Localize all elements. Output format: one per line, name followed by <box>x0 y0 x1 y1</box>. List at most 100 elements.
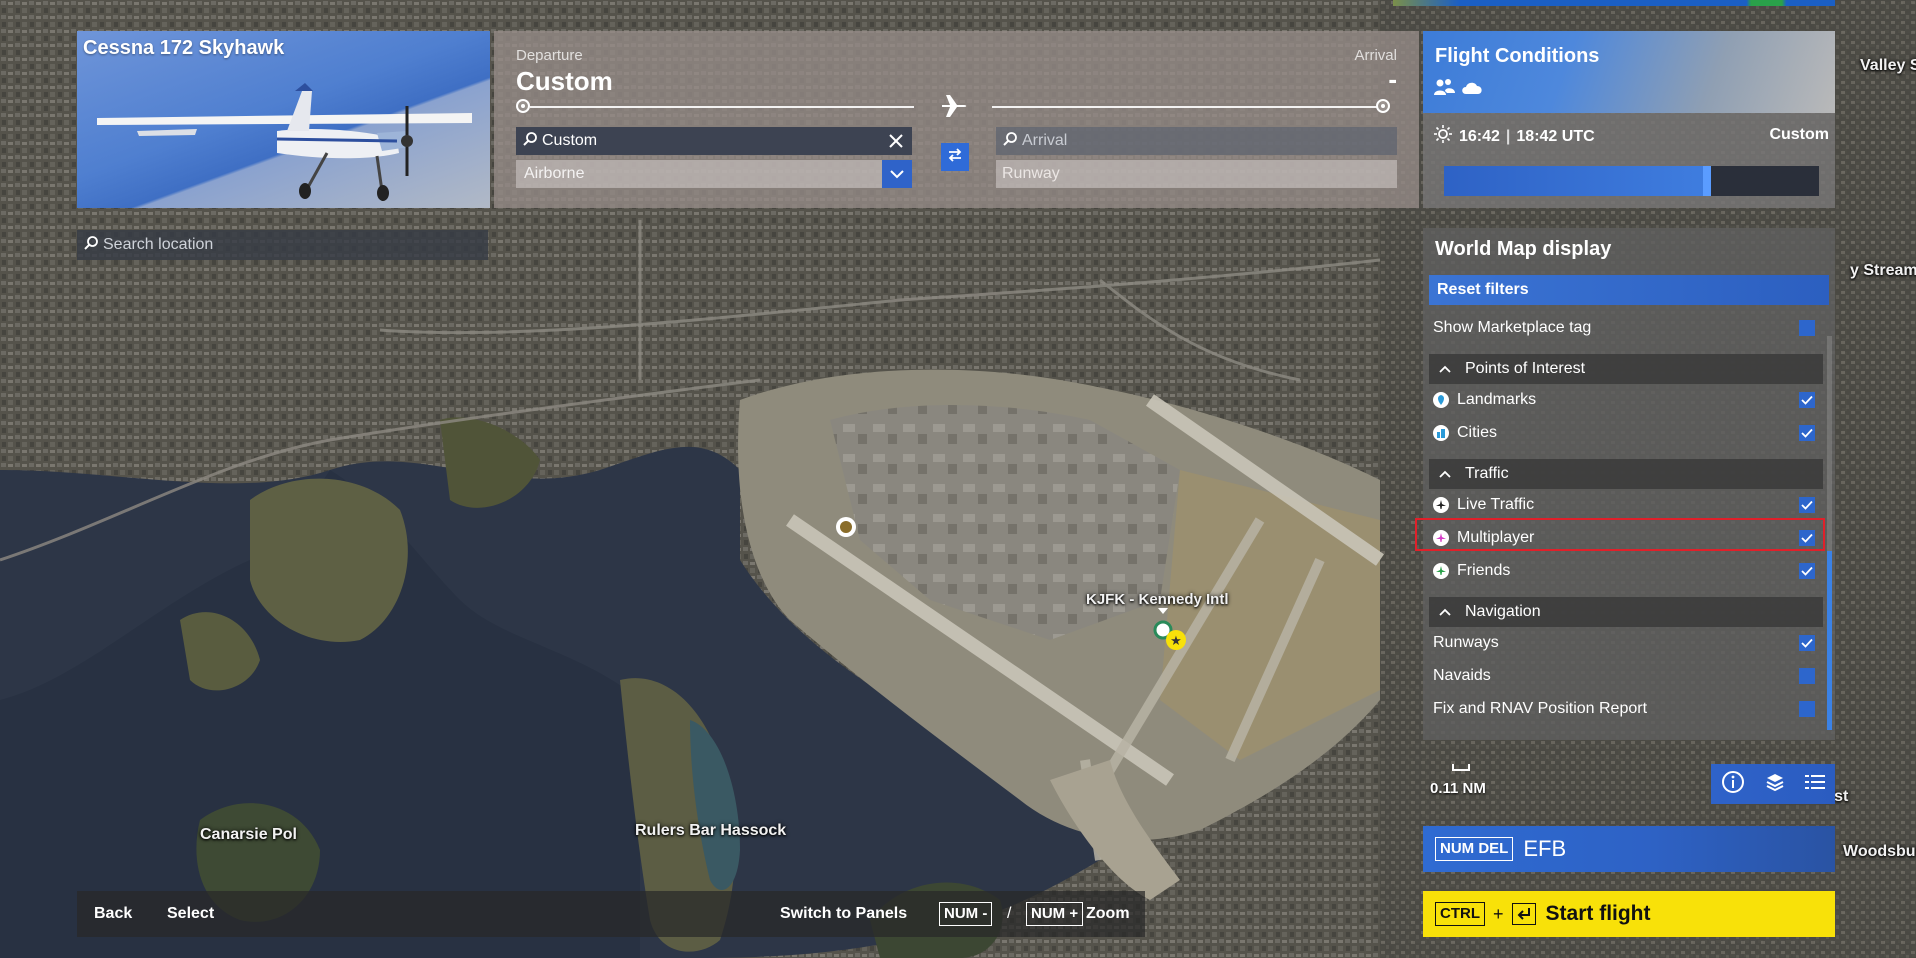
time-mode: Custom <box>1769 126 1829 143</box>
runways-toggle[interactable]: Runways <box>1429 626 1823 659</box>
departure-search-field[interactable]: Custom <box>516 127 912 155</box>
map-scale-label: 0.11 NM <box>1430 780 1486 797</box>
departure-track-line <box>530 106 914 108</box>
search-location-placeholder: Search location <box>103 236 214 253</box>
zoom-label: Zoom <box>1086 905 1130 922</box>
search-icon <box>522 131 538 152</box>
map-scale-value: 0.11 NM <box>1430 780 1486 797</box>
chevron-up-icon <box>1439 603 1453 621</box>
live-traffic-label: Live Traffic <box>1457 495 1535 513</box>
efb-button[interactable]: NUM DEL EFB <box>1423 826 1835 872</box>
aircraft-card[interactable]: Cessna 172 Skyhawk <box>77 31 490 208</box>
checkbox-checked-icon[interactable] <box>1799 496 1815 513</box>
fix-rnav-toggle[interactable]: Fix and RNAV Position Report <box>1429 692 1823 725</box>
start-flight-button[interactable]: CTRL + Start flight <box>1423 891 1835 937</box>
switch-to-panels-button[interactable]: Switch to Panels <box>780 905 907 923</box>
friends-toggle[interactable]: Friends <box>1429 554 1823 587</box>
cities-toggle[interactable]: Cities <box>1429 416 1823 449</box>
live-traffic-toggle[interactable]: Live Traffic <box>1429 488 1823 521</box>
departure-label: Departure <box>516 47 583 64</box>
scrollbar-thumb[interactable] <box>1827 551 1832 730</box>
section-traffic[interactable]: Traffic <box>1429 459 1823 489</box>
fix-rnav-label: Fix and RNAV Position Report <box>1433 699 1648 717</box>
map-label-valley: Valley Str <box>1860 57 1916 74</box>
arrival-runway-value: Runway <box>1002 165 1060 182</box>
departure-state-value: Airborne <box>524 165 585 182</box>
arrival-label: Arrival <box>1354 47 1397 64</box>
ctrl-key: CTRL <box>1435 902 1485 926</box>
checkbox-checked-icon[interactable] <box>1799 562 1815 579</box>
sun-icon <box>1433 124 1453 149</box>
marketplace-tag-toggle[interactable]: Show Marketplace tag <box>1429 311 1823 344</box>
clear-icon[interactable] <box>888 133 904 154</box>
num-plus-key[interactable]: NUM + <box>1026 902 1084 926</box>
layers-icon[interactable] <box>1765 772 1785 797</box>
search-location-input[interactable]: Search location <box>77 230 488 260</box>
chevron-down-icon[interactable] <box>882 160 912 188</box>
landmarks-label: Landmarks <box>1457 390 1537 408</box>
section-points-of-interest[interactable]: Points of Interest <box>1429 354 1823 384</box>
multiplayer-toggle[interactable]: Multiplayer <box>1429 521 1823 554</box>
airplane-icon <box>940 93 968 124</box>
checkbox-checked-icon[interactable] <box>1799 529 1815 546</box>
checkbox-checked-icon[interactable] <box>1799 424 1815 441</box>
world-map-display-panel: World Map display Reset filters Show Mar… <box>1415 228 1835 740</box>
cloud-icon <box>1460 79 1484 100</box>
section-label: Points of Interest <box>1465 360 1586 377</box>
arrival-runway-field[interactable]: Runway <box>996 160 1397 188</box>
flight-conditions-title: Flight Conditions <box>1435 45 1600 67</box>
navaids-toggle[interactable]: Navaids <box>1429 659 1823 692</box>
section-navigation[interactable]: Navigation <box>1429 597 1823 627</box>
airport-label[interactable]: KJFK - Kennedy Intl <box>1086 591 1229 608</box>
start-flight-label: Start flight <box>1545 902 1651 925</box>
map-label-stream: y Stream <box>1850 262 1916 279</box>
arrival-track-dot <box>1376 99 1390 113</box>
map-label-rulers: Rulers Bar Hassock <box>635 822 787 839</box>
unchecked-checkbox-icon[interactable] <box>1799 319 1815 336</box>
arrival-search-field[interactable]: Arrival <box>996 127 1397 155</box>
flight-conditions-header <box>1423 31 1835 113</box>
marketplace-tag-label: Show Marketplace tag <box>1433 318 1592 336</box>
time-of-day-slider[interactable] <box>1444 166 1819 196</box>
flight-conditions-panel[interactable]: Flight Conditions 16:42 | 18:42 UTC Cust… <box>1423 31 1835 208</box>
swap-icon <box>946 147 964 168</box>
key-slash: / <box>1007 905 1012 922</box>
airplane-traffic-icon <box>1433 496 1449 513</box>
time-readout: 16:42 | 18:42 UTC <box>1433 124 1595 149</box>
world-map-scrollbar[interactable] <box>1827 336 1832 730</box>
arrival-value: - <box>1388 64 1397 94</box>
chevron-up-icon <box>1439 360 1453 378</box>
search-icon <box>1002 131 1018 152</box>
filters-list-icon[interactable] <box>1805 773 1825 796</box>
runways-label: Runways <box>1433 633 1499 651</box>
swap-route-button[interactable] <box>941 143 969 171</box>
arrival-track-line <box>992 106 1377 108</box>
back-button[interactable]: Back <box>94 905 132 923</box>
landmark-pin-icon <box>1433 391 1449 408</box>
section-label: Traffic <box>1465 465 1509 482</box>
unchecked-checkbox-icon[interactable] <box>1799 667 1815 684</box>
utc-time: 18:42 UTC <box>1516 127 1595 145</box>
world-map-display-title: World Map display <box>1435 238 1612 260</box>
map-label-woodsburg: Woodsburg <box>1843 843 1916 860</box>
efb-key: NUM DEL <box>1435 837 1514 861</box>
departure-state-dropdown[interactable]: Airborne <box>516 160 912 188</box>
unchecked-checkbox-icon[interactable] <box>1799 700 1815 717</box>
time-separator: | <box>1505 127 1511 145</box>
arrival-search-placeholder: Arrival <box>1022 132 1068 149</box>
landmarks-toggle[interactable]: Landmarks <box>1429 383 1823 416</box>
select-button[interactable]: Select <box>167 905 214 923</box>
multiplayer-users-icon <box>1433 77 1457 102</box>
info-icon[interactable] <box>1721 770 1745 799</box>
checkbox-checked-icon[interactable] <box>1799 391 1815 408</box>
departure-search-value: Custom <box>542 132 598 149</box>
departure-track-dot <box>516 99 530 113</box>
city-icon <box>1433 424 1449 441</box>
key-plus: + <box>1493 903 1504 924</box>
map-tools-bar <box>1711 764 1835 804</box>
reset-filters-button[interactable]: Reset filters <box>1429 275 1829 305</box>
time-slider-thumb[interactable] <box>1703 166 1711 196</box>
checkbox-checked-icon[interactable] <box>1799 634 1815 651</box>
num-minus-key[interactable]: NUM - <box>939 902 993 926</box>
efb-label: EFB <box>1523 836 1567 861</box>
